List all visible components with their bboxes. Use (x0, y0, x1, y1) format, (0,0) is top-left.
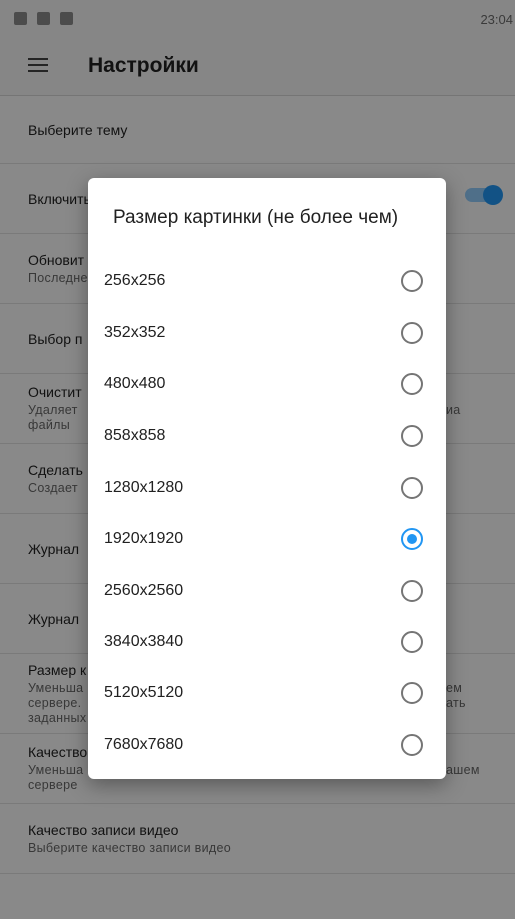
option-480x480[interactable]: 480x480 (88, 364, 446, 404)
option-label: 3840x3840 (104, 633, 184, 650)
radio-button[interactable] (401, 734, 423, 756)
option-label: 256x256 (104, 272, 166, 289)
radio-button[interactable] (401, 373, 423, 395)
dialog-title: Размер картинки (не более чем) (113, 207, 399, 228)
option-label: 352x352 (104, 324, 166, 341)
radio-button[interactable] (401, 631, 423, 653)
option-5120x5120[interactable]: 5120x5120 (88, 673, 446, 713)
option-1920x1920[interactable]: 1920x1920 (88, 519, 446, 559)
option-label: 2560x2560 (104, 582, 184, 599)
option-1280x1280[interactable]: 1280x1280 (88, 468, 446, 508)
option-3840x3840[interactable]: 3840x3840 (88, 622, 446, 662)
option-7680x7680[interactable]: 7680x7680 (88, 725, 446, 765)
option-label: 858x858 (104, 427, 166, 444)
radio-button-selected[interactable] (401, 528, 423, 550)
image-size-dialog: Размер картинки (не более чем) 256x256 3… (88, 178, 446, 779)
radio-button[interactable] (401, 270, 423, 292)
radio-button[interactable] (401, 425, 423, 447)
option-858x858[interactable]: 858x858 (88, 416, 446, 456)
option-label: 480x480 (104, 375, 166, 392)
option-label: 5120x5120 (104, 684, 184, 701)
radio-button[interactable] (401, 322, 423, 344)
radio-button[interactable] (401, 682, 423, 704)
option-label: 1280x1280 (104, 479, 184, 496)
option-256x256[interactable]: 256x256 (88, 261, 446, 301)
radio-button[interactable] (401, 477, 423, 499)
option-label: 7680x7680 (104, 736, 184, 753)
option-352x352[interactable]: 352x352 (88, 313, 446, 353)
option-label: 1920x1920 (104, 530, 184, 547)
radio-button[interactable] (401, 580, 423, 602)
option-2560x2560[interactable]: 2560x2560 (88, 571, 446, 611)
